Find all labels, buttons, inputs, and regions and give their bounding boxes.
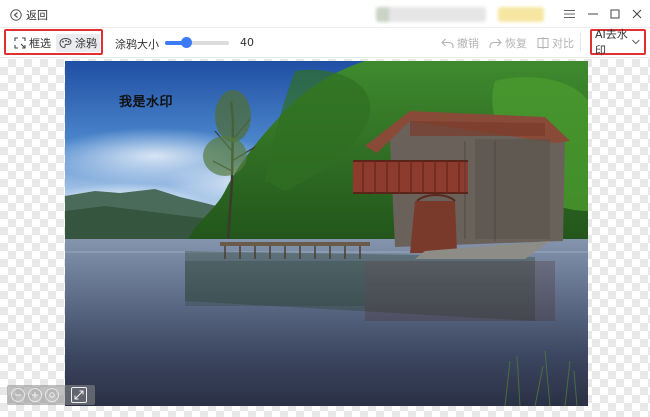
chevron-down-icon <box>632 39 640 45</box>
blurred-account-info <box>376 7 486 22</box>
brush-size-slider[interactable] <box>165 37 229 48</box>
redo-label: 恢复 <box>505 37 527 50</box>
close-icon <box>632 9 642 19</box>
image-canvas[interactable]: 我是水印 <box>0 59 650 417</box>
blurred-vip-badge <box>498 7 544 22</box>
remove-mode-select[interactable]: AI去水印 <box>590 28 646 57</box>
maximize-icon <box>610 9 620 19</box>
close-button[interactable] <box>627 4 647 24</box>
compare-icon <box>537 37 549 49</box>
minimize-icon <box>588 13 598 15</box>
back-label: 返回 <box>26 9 48 22</box>
zoom-in-button[interactable] <box>28 388 42 402</box>
edit-toolbar: 框选 涂鸦 涂鸦大小 40 撤销 恢复 对比 AI去水印 <box>0 28 650 58</box>
undo-icon <box>441 38 454 48</box>
fit-screen-icon <box>74 390 84 400</box>
zoom-out-button[interactable] <box>11 388 25 402</box>
zoom-out-icon <box>15 394 21 396</box>
compare-button[interactable]: 对比 <box>537 35 574 51</box>
undo-button[interactable]: 撤销 <box>441 35 479 51</box>
rectangle-select-icon <box>14 37 26 49</box>
brush-size-value: 40 <box>240 36 254 49</box>
minimize-button[interactable] <box>583 4 603 24</box>
menu-button[interactable] <box>559 4 579 24</box>
reset-zoom-icon <box>49 392 55 398</box>
brush-tool[interactable]: 涂鸦 <box>56 34 100 52</box>
remove-mode-value: AI去水印 <box>595 28 628 57</box>
selection-tool-group: 框选 涂鸦 <box>4 29 103 55</box>
fit-screen-button[interactable] <box>71 387 87 403</box>
zoom-in-icon <box>32 392 38 398</box>
toolbar-divider <box>580 33 581 51</box>
brush-icon <box>59 37 72 49</box>
title-bar: 返回 <box>0 0 650 28</box>
brush-size-label: 涂鸦大小 <box>115 38 159 51</box>
back-button[interactable]: 返回 <box>10 7 48 23</box>
lake-boathouse-photo <box>65 61 588 406</box>
box-select-label: 框选 <box>29 37 51 50</box>
menu-icon <box>563 10 575 18</box>
reset-zoom-button[interactable] <box>45 388 59 402</box>
arrow-left-icon <box>10 9 22 21</box>
brush-size-slider-knob[interactable] <box>181 37 193 48</box>
box-select-tool[interactable]: 框选 <box>11 34 54 52</box>
redo-button[interactable]: 恢复 <box>489 35 527 51</box>
brush-label: 涂鸦 <box>75 37 97 50</box>
maximize-button[interactable] <box>605 4 625 24</box>
undo-label: 撤销 <box>457 37 479 50</box>
compare-label: 对比 <box>552 37 574 50</box>
redo-icon <box>489 38 502 48</box>
watermark-text: 我是水印 <box>119 95 174 110</box>
